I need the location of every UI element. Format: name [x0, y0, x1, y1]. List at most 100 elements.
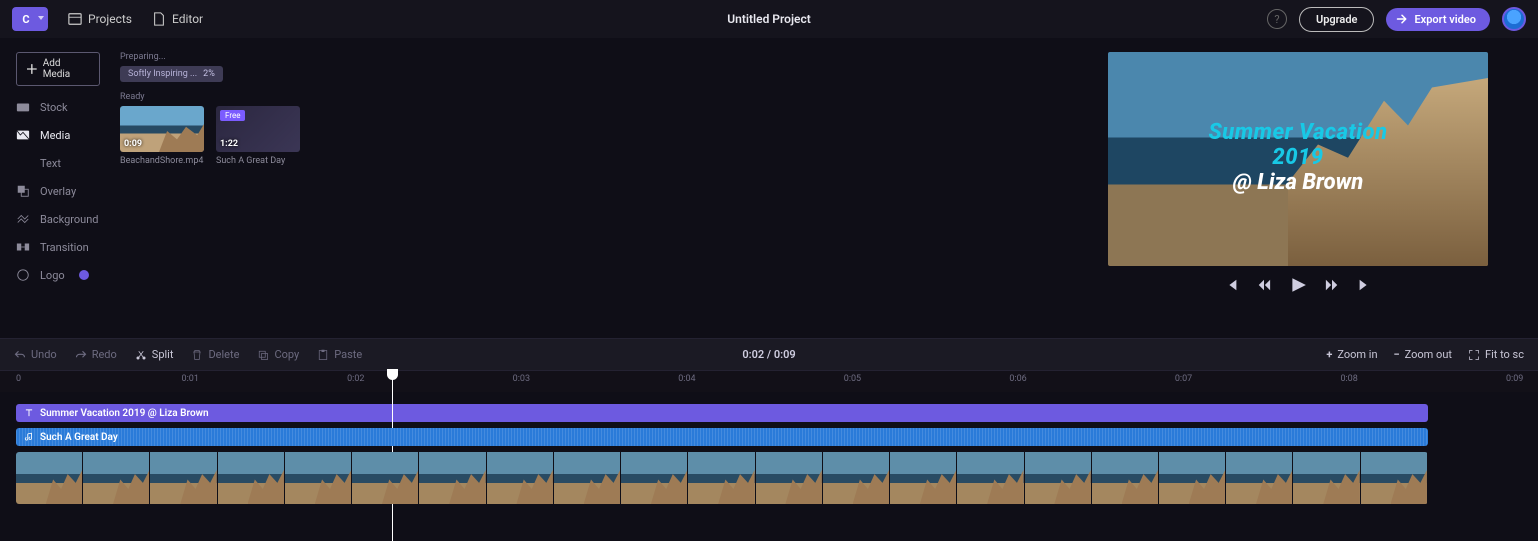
add-media-button[interactable]: Add Media — [16, 52, 100, 86]
nav-editor[interactable]: Editor — [142, 8, 213, 30]
redo-icon — [75, 349, 87, 361]
sidebar-item-label: Media — [40, 129, 70, 142]
video-frame — [218, 452, 285, 504]
sidebar-item-background[interactable]: Background — [16, 212, 112, 226]
media-clip-audio[interactable]: Free 1:22 Such A Great Day — [216, 106, 300, 166]
video-frame — [1293, 452, 1360, 504]
ruler-tick: 0:02 — [347, 374, 364, 384]
stock-icon — [16, 100, 30, 114]
play-button[interactable] — [1289, 276, 1307, 297]
redo-label: Redo — [92, 348, 117, 361]
video-frame — [554, 452, 621, 504]
video-frame — [16, 452, 83, 504]
undo-label: Undo — [31, 348, 57, 361]
skip-end-icon — [1357, 278, 1371, 292]
clip-duration: 0:09 — [124, 139, 142, 149]
add-media-label: Add Media — [43, 58, 89, 80]
plus-icon — [27, 64, 37, 74]
ruler-tick: 0:05 — [844, 374, 861, 384]
ready-label: Ready — [120, 92, 330, 102]
app-logo[interactable]: C — [12, 7, 48, 31]
export-arrow-icon — [1396, 13, 1408, 25]
sidebar-item-text[interactable]: Text — [16, 156, 112, 170]
video-frame — [83, 452, 150, 504]
video-frame — [419, 452, 486, 504]
video-frame — [285, 452, 352, 504]
user-avatar[interactable] — [1502, 7, 1526, 31]
video-frame — [1226, 452, 1293, 504]
video-frame — [890, 452, 957, 504]
upload-percent: 2% — [203, 69, 215, 79]
nav-projects[interactable]: Projects — [58, 8, 142, 30]
skip-end-button[interactable] — [1357, 278, 1371, 295]
split-button[interactable]: Split — [135, 348, 174, 361]
zoom-in-label: Zoom in — [1337, 348, 1377, 361]
video-frame — [823, 452, 890, 504]
timeline-ruler[interactable]: 00:010:020:030:040:050:060:070:080:09 — [0, 370, 1538, 392]
sidebar-item-label: Text — [40, 157, 61, 170]
delete-button[interactable]: Delete — [191, 348, 239, 361]
text-track-clip[interactable]: Summer Vacation 2019 @ Liza Brown — [16, 404, 1428, 422]
paste-button[interactable]: Paste — [317, 348, 362, 361]
overlay-text: Summer Vacation 2019 @ Liza Brown — [1203, 120, 1393, 195]
video-preview[interactable]: Summer Vacation 2019 @ Liza Brown — [1108, 52, 1488, 266]
project-title: Untitled Project — [727, 12, 811, 26]
sidebar-item-label: Overlay — [40, 185, 76, 198]
free-badge: Free — [220, 110, 245, 121]
sidebar-item-logo[interactable]: Logo — [16, 268, 112, 282]
sidebar-item-label: Transition — [40, 241, 89, 254]
sidebar-item-transition[interactable]: Transition — [16, 240, 112, 254]
undo-button[interactable]: Undo — [14, 348, 57, 361]
paste-label: Paste — [334, 348, 362, 361]
redo-button[interactable]: Redo — [75, 348, 117, 361]
split-icon — [135, 349, 147, 361]
video-frame — [150, 452, 217, 504]
clip-duration: 1:22 — [220, 139, 238, 149]
audio-track-clip[interactable]: Such A Great Day — [16, 428, 1428, 446]
ruler-tick: 0:04 — [678, 374, 695, 384]
export-button[interactable]: Export video — [1386, 8, 1490, 31]
logo-icon — [16, 268, 30, 282]
upgrade-button[interactable]: Upgrade — [1299, 7, 1374, 32]
sidebar-item-label: Background — [40, 213, 98, 226]
notification-dot-icon — [79, 270, 89, 280]
overlay-line1: Summer Vacation 2019 — [1203, 120, 1393, 170]
text-track-icon — [24, 408, 34, 418]
trash-icon — [191, 349, 203, 361]
main-area: Add Media Stock Media Text Overlay Backg… — [0, 38, 1538, 338]
copy-button[interactable]: Copy — [257, 348, 299, 361]
ruler-tick: 0:09 — [1506, 374, 1523, 384]
export-button-label: Export video — [1414, 13, 1476, 26]
play-icon — [1289, 276, 1307, 294]
fit-button[interactable]: Fit to sc — [1468, 348, 1524, 361]
delete-label: Delete — [208, 348, 239, 361]
help-icon[interactable]: ? — [1267, 9, 1287, 29]
ruler-tick: 0 — [16, 374, 21, 384]
clip-name: Such A Great Day — [216, 156, 300, 166]
zoom-out-button[interactable]: −Zoom out — [1394, 348, 1452, 361]
rewind-button[interactable] — [1257, 278, 1271, 295]
zoom-out-label: Zoom out — [1405, 348, 1452, 361]
projects-icon — [68, 12, 82, 26]
video-frame — [487, 452, 554, 504]
sidebar-item-media[interactable]: Media — [16, 128, 112, 142]
video-frame — [688, 452, 755, 504]
video-track-clip[interactable] — [16, 452, 1428, 504]
undo-icon — [14, 349, 26, 361]
media-clip-video[interactable]: 0:09 BeachandShore.mp4 — [120, 106, 204, 166]
audio-track-label: Such A Great Day — [40, 432, 118, 443]
video-frame — [1025, 452, 1092, 504]
nav-projects-label: Projects — [88, 12, 132, 26]
sidebar-item-stock[interactable]: Stock — [16, 100, 112, 114]
left-sidebar: Add Media Stock Media Text Overlay Backg… — [0, 38, 120, 338]
zoom-in-button[interactable]: +Zoom in — [1326, 348, 1377, 361]
text-track-label: Summer Vacation 2019 @ Liza Brown — [40, 408, 209, 419]
forward-button[interactable] — [1325, 278, 1339, 295]
upload-progress-pill[interactable]: Softly Inspiring ... 2% — [120, 66, 223, 82]
split-label: Split — [152, 348, 174, 361]
preview-panel: Summer Vacation 2019 @ Liza Brown 16:9 — [1108, 38, 1488, 338]
skip-start-button[interactable] — [1225, 278, 1239, 295]
sidebar-item-label: Logo — [40, 269, 65, 282]
sidebar-item-overlay[interactable]: Overlay — [16, 184, 112, 198]
background-icon — [16, 212, 30, 226]
